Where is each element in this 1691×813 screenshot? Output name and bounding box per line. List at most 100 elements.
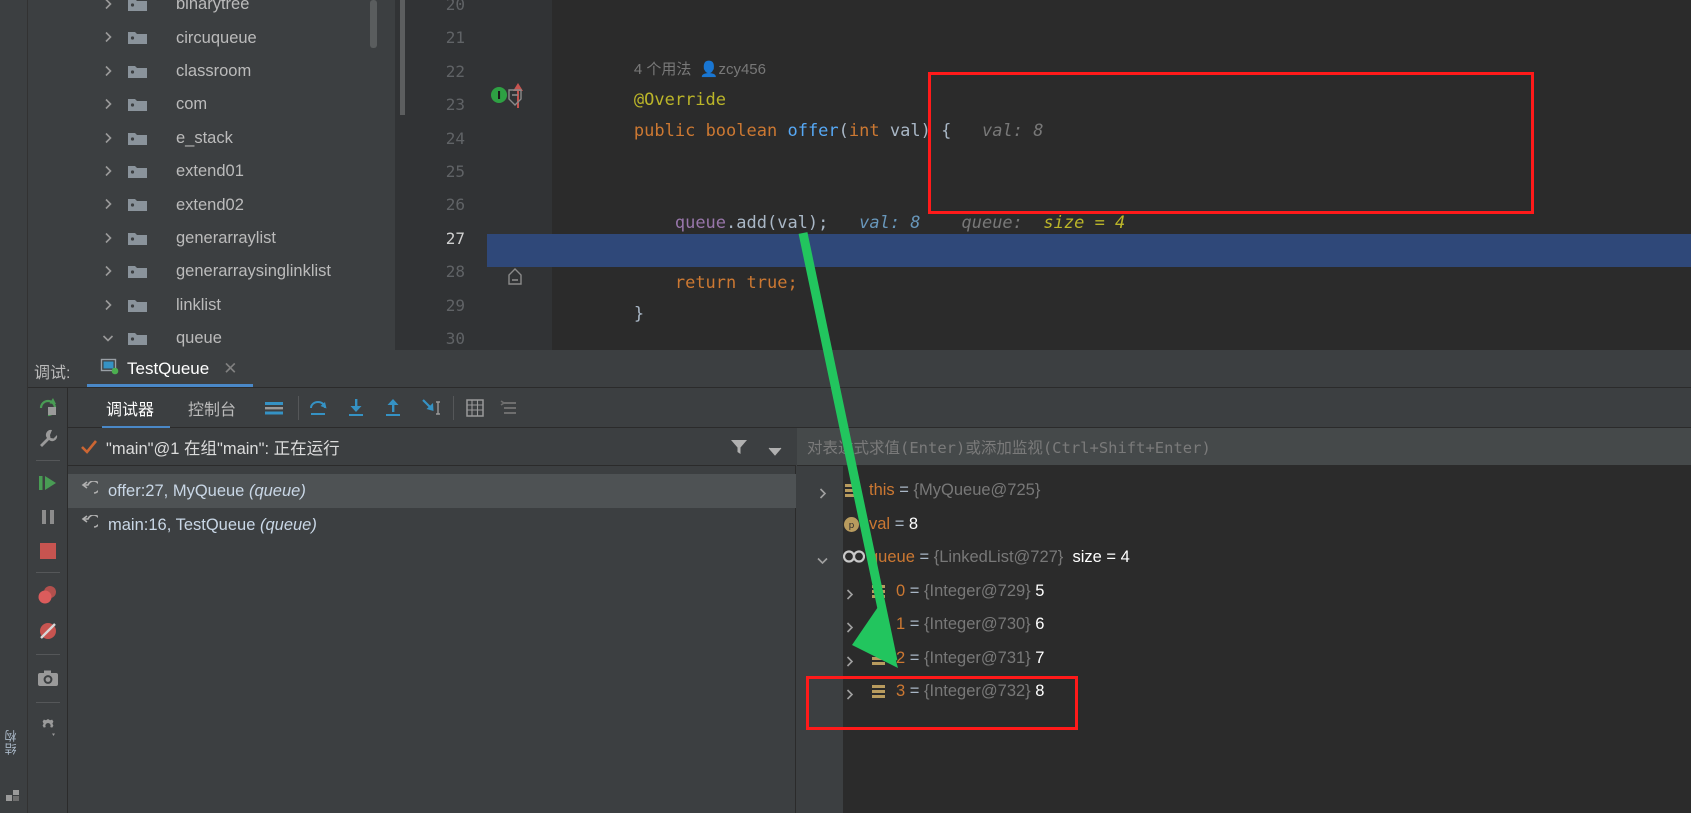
chevron-right-icon[interactable] [102,265,114,277]
chevron-right-icon[interactable] [844,586,855,600]
tree-item-queue[interactable]: queue [28,322,395,350]
variable-row[interactable]: 2 = {Integer@731} 7 [797,642,1691,676]
variable-label: queue = {LinkedList@727} size = 4 [869,548,1130,567]
code-editor[interactable]: 20 21 22 23 24 25 26 27 28 29 30 I 4 个用法… [395,0,1691,350]
chevron-down-icon[interactable] [768,443,782,456]
chevron-right-icon[interactable] [102,31,114,43]
evaluate-expression-input[interactable]: 对表达式求值(Enter)或添加监视(Ctrl+Shift+Enter) [797,428,1691,466]
tree-item-generarraylist[interactable]: generarraylist [28,222,395,255]
camera-icon[interactable] [37,668,59,690]
tree-item-extend02[interactable]: extend02 [28,188,395,221]
usages-inlay[interactable]: 4 个用法 👤zcy456 [552,20,766,78]
tree-item-circuqueue[interactable]: circuqueue [28,21,395,54]
layout-icon[interactable] [6,788,21,803]
check-icon [80,438,98,456]
chevron-down-icon[interactable] [817,552,828,565]
frame-row[interactable]: main:16, TestQueue (queue) [68,508,796,542]
folder-icon [128,0,147,12]
variable-row[interactable]: 1 = {Integer@730} 6 [797,608,1691,642]
chevron-right-icon[interactable] [102,132,114,144]
frame-label: offer:27, MyQueue (queue) [108,481,306,500]
settings-list-icon[interactable] [500,398,520,418]
tree-scrollbar-track[interactable] [370,0,386,350]
chevron-right-icon[interactable] [102,165,114,177]
tree-item-generarraysinglinklist[interactable]: generarraysinglinklist [28,255,395,288]
chevron-right-icon[interactable] [817,485,828,499]
code-line-close-brace[interactable]: } [552,265,644,324]
debug-tab-underline [87,384,253,387]
chevron-right-icon[interactable] [102,98,114,110]
frame-row[interactable]: offer:27, MyQueue (queue) [68,474,796,508]
gear-icon[interactable] [37,716,59,738]
structure-tool-label[interactable]: 结构 [2,729,19,755]
step-out-icon[interactable] [383,398,403,418]
variable-label: 3 = {Integer@732} 8 [896,682,1045,701]
svg-text:p: p [849,521,855,531]
resume-icon[interactable] [37,472,59,494]
project-tree[interactable]: queue linklist generarraysinglinklist gener… [28,0,395,350]
folder-icon [128,164,147,179]
chevron-right-icon[interactable] [102,0,114,10]
variable-label: 0 = {Integer@729} 5 [896,581,1045,600]
step-into-icon[interactable] [346,398,366,418]
code-line-add-call[interactable]: queue.add(val); val: 8 queue: size = 4 [552,174,1125,233]
tab-console[interactable]: 控制台 [188,388,236,428]
editor-gutter-icons[interactable] [487,0,552,350]
variables-pane: 对表达式求值(Enter)或添加监视(Ctrl+Shift+Enter) thi… [797,428,1691,813]
close-icon[interactable]: ✕ [223,359,237,379]
filter-icon[interactable] [730,438,748,456]
chevron-right-icon[interactable] [102,65,114,77]
variable-row[interactable]: queue = {LinkedList@727} size = 4 [797,541,1691,575]
tree-item-linklist[interactable]: linklist [28,289,395,322]
tree-item-binarytree[interactable]: binarytree [28,0,395,21]
variable-label: 2 = {Integer@731} 7 [896,648,1045,667]
stop-icon[interactable] [37,540,59,562]
variable-row[interactable]: 3 = {Integer@732} 8 [797,675,1691,709]
layers-icon[interactable] [264,398,284,418]
chevron-right-icon[interactable] [102,232,114,244]
folder-icon [128,264,147,279]
wrench-icon[interactable] [37,428,59,450]
chevron-down-icon[interactable] [102,332,114,344]
tab-console-label: 控制台 [188,402,237,419]
debug-session-tab[interactable]: TestQueue ✕ [88,350,249,388]
chevron-right-icon[interactable] [102,299,114,311]
line-number-24: 24 [445,128,465,148]
line-number-27: 27 [445,228,465,248]
folder-icon [128,231,147,246]
tree-item-e_stack[interactable]: e_stack [28,122,395,155]
tree-item-com[interactable]: com [28,88,395,121]
variable-label: val = 8 [869,514,919,533]
evaluate-icon[interactable] [465,398,485,418]
line-number-25: 25 [445,162,465,181]
run-to-cursor-icon[interactable] [420,398,440,418]
fold-collapse-icon[interactable] [505,88,525,113]
chevron-right-icon[interactable] [102,198,114,210]
step-over-icon[interactable] [308,398,328,418]
tab-debugger-label: 调试器 [106,402,155,419]
fold-end-icon[interactable] [505,268,525,293]
code-line-signature[interactable]: public boolean offer(int val) { val: 8 [552,82,1044,141]
code-line-annotation[interactable]: @Override [552,51,726,110]
tree-item-extend01[interactable]: extend01 [28,155,395,188]
chevron-right-icon[interactable] [844,619,855,633]
code-line-return[interactable]: return true; [552,234,798,293]
folder-icon [128,30,147,45]
tree-item-classroom[interactable]: classroom [28,55,395,88]
chevron-right-icon[interactable] [844,686,855,700]
variable-row[interactable]: this = {MyQueue@725} [797,474,1691,508]
rerun-icon[interactable] [37,396,59,418]
chevron-right-icon[interactable] [844,653,855,667]
variable-row[interactable]: p val = 8 [797,508,1691,542]
folder-icon [128,97,147,112]
folder-icon [128,197,147,212]
tab-debugger[interactable]: 调试器 [106,388,154,428]
tree-scrollbar-thumb[interactable] [370,0,377,48]
mute-breakpoints-icon[interactable] [37,620,59,642]
pause-icon[interactable] [37,506,59,528]
watch-icon [842,549,866,566]
thread-selector[interactable]: "main"@1 在组"main": 正在运行 [68,428,796,466]
left-tool-strip: 结构 [0,0,28,813]
breakpoints-icon[interactable] [37,584,59,606]
variable-row[interactable]: 0 = {Integer@729} 5 [797,575,1691,609]
